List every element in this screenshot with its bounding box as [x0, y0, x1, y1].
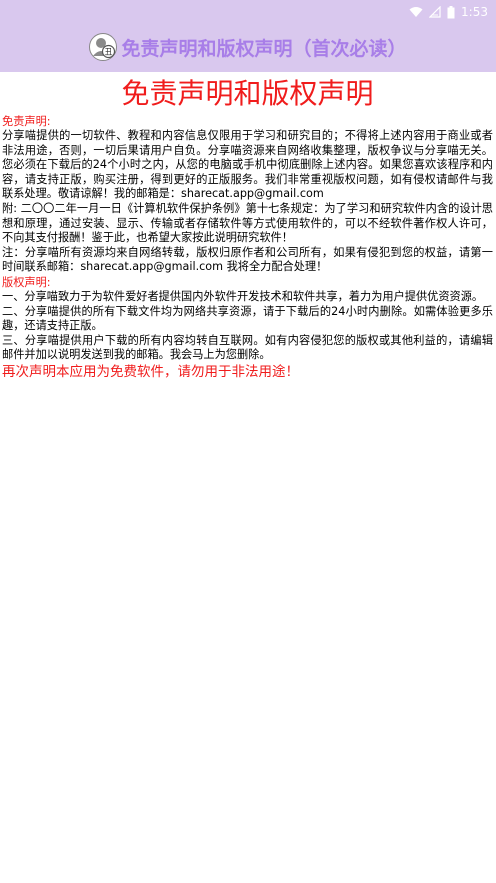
share-cat-logo-icon: 丑 — [89, 33, 118, 61]
copyright-item: 三、分享喵提供用户下载的所有内容均转自互联网。如有内容侵犯您的版权或其他利益的，… — [2, 333, 493, 362]
appendix-text: 附: 二〇〇二年一月一日《计算机软件保护条例》第十七条规定：为了学习和研究软件内… — [2, 201, 493, 245]
status-bar: 1:53 — [409, 2, 488, 22]
app-title: 免责声明和版权声明（首次必读） — [121, 37, 407, 60]
svg-text:丑: 丑 — [105, 48, 113, 57]
copyright-item: 二、分享喵提供的所有下载文件均为网络共享资源，请于下载后的24小时内删除。如需体… — [2, 304, 493, 333]
app-header: 1:53 丑 免责声明和版权声明（首次必读） — [0, 0, 496, 72]
copyright-item: 一、分享喵致力于为软件爱好者提供国内外软件开发技术和软件共享，着力为用户提供优资… — [2, 289, 484, 303]
battery-icon — [447, 5, 455, 18]
signal-icon — [429, 6, 441, 18]
copyright-label: 版权声明: — [2, 275, 51, 289]
note-text: 注：分享喵所有资源均来自网络转载，版权归原作者和公司所有，如果有侵犯到您的权益，… — [2, 245, 493, 274]
page-title: 免责声明和版权声明 — [121, 77, 374, 110]
app-bar: 丑 免责声明和版权声明（首次必读） — [0, 30, 496, 64]
disclaimer-label: 免责声明: — [2, 115, 51, 128]
disclaimer-body: 分享喵提供的一切软件、教程和内容信息仅限用于学习和研究目的；不得将上述内容用于商… — [2, 129, 493, 201]
status-time: 1:53 — [461, 5, 488, 19]
wifi-icon — [409, 7, 423, 17]
final-notice: 再次声明本应用为免费软件，请勿用于非法用途！ — [2, 363, 299, 380]
disclaimer-content: 免责声明和版权声明 免责声明: 分享喵提供的一切软件、教程和内容信息仅限用于学习… — [0, 74, 496, 381]
